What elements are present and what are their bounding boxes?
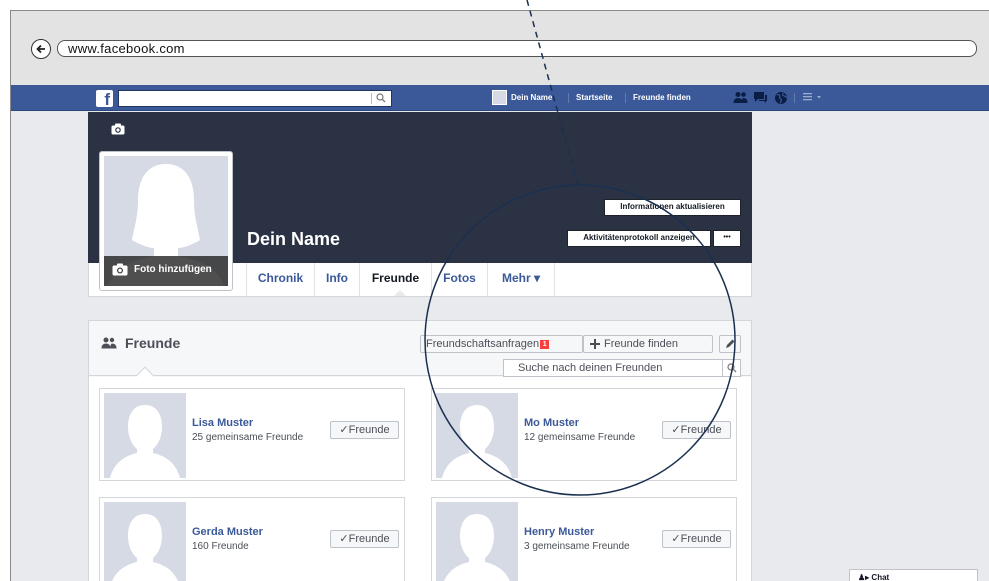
add-photo-label: Foto hinzufügen: [134, 264, 212, 275]
url-field[interactable]: www.facebook.com: [57, 40, 977, 57]
friend-card: Mo Muster 12 gemeinsame Freunde ✓Freunde: [431, 388, 737, 481]
tab-info[interactable]: Info: [315, 263, 360, 296]
messages-icon[interactable]: [753, 91, 768, 104]
friend-requests-button[interactable]: Freundschaftsanfragen 1: [420, 335, 583, 353]
friends-section: Freunde Freundschaftsanfragen 1 Freunde f…: [88, 320, 752, 581]
camera-icon[interactable]: [111, 123, 125, 135]
pencil-icon: [726, 339, 735, 348]
chat-tab[interactable]: ♟▸ Chat: [849, 569, 978, 581]
nav-link-home[interactable]: Startseite: [576, 90, 612, 106]
friend-subtitle: 25 gemeinsame Freunde: [192, 432, 304, 443]
friend-status-button[interactable]: ✓Freunde: [662, 421, 731, 439]
nav-divider: [568, 93, 569, 103]
search-divider: [722, 360, 723, 376]
friend-status-label: Freunde: [348, 424, 390, 436]
friend-avatar[interactable]: [104, 502, 186, 581]
person-silhouette-icon: [110, 405, 180, 478]
find-friends-label: Freunde finden: [604, 338, 678, 350]
friend-avatar[interactable]: [436, 502, 518, 581]
search-icon[interactable]: [376, 93, 386, 103]
friend-card: Lisa Muster 25 gemeinsame Freunde ✓Freun…: [99, 388, 405, 481]
checkmark-icon: ✓: [339, 424, 349, 436]
friend-requests-badge: 1: [540, 340, 550, 349]
friends-icon: [101, 337, 117, 349]
settings-menu-icon[interactable]: [802, 91, 824, 103]
checkmark-icon: ✓: [671, 533, 681, 545]
friend-status-button[interactable]: ✓Freunde: [330, 421, 399, 439]
friend-status-label: Freunde: [680, 533, 722, 545]
person-silhouette-icon: [112, 514, 178, 581]
more-options-button[interactable]: •••: [713, 230, 741, 247]
facebook-top-bar: f Dein Name Startseite Freunde finden: [11, 85, 989, 111]
friend-card: Henry Muster 3 gemeinsame Freunde ✓Freun…: [431, 497, 737, 581]
update-info-button[interactable]: Informationen aktualisieren: [604, 199, 741, 216]
chat-label: Chat: [871, 573, 890, 581]
facebook-logo[interactable]: f: [96, 90, 113, 107]
friends-search-input[interactable]: Suche nach deinen Freunden: [503, 359, 741, 377]
tab-timeline[interactable]: Chronik: [246, 263, 315, 296]
profile-name[interactable]: Dein Name: [247, 229, 340, 250]
friend-subtitle: 160 Freunde: [192, 541, 249, 552]
friend-name[interactable]: Henry Muster: [524, 526, 594, 538]
search-divider: [371, 93, 372, 104]
add-photo-button[interactable]: Foto hinzufügen: [104, 256, 228, 286]
friends-section-header: Freunde Freundschaftsanfragen 1 Freunde f…: [89, 321, 751, 377]
edit-button[interactable]: [719, 335, 741, 353]
person-silhouette-icon: [444, 514, 510, 581]
friends-grid: Lisa Muster 25 gemeinsame Freunde ✓Freun…: [89, 377, 751, 581]
chat-person-icon: ♟▸: [858, 573, 870, 581]
friend-status-button[interactable]: ✓Freunde: [662, 530, 731, 548]
browser-address-bar: www.facebook.com: [11, 11, 989, 85]
nav-link-find-friends[interactable]: Freunde finden: [633, 90, 691, 106]
friend-requests-icon[interactable]: [733, 91, 748, 104]
activity-log-button[interactable]: Aktivitätenprotokoll anzeigen: [567, 230, 711, 247]
friend-avatar[interactable]: [104, 393, 186, 478]
user-avatar: [492, 90, 507, 105]
nav-user-profile-link[interactable]: Dein Name: [492, 90, 552, 106]
friends-section-title: Freunde: [125, 335, 181, 351]
friend-card: Gerda Muster 160 Freunde ✓Freunde: [99, 497, 405, 581]
friends-search-placeholder: Suche nach deinen Freunden: [518, 362, 663, 374]
friend-subtitle: 12 gemeinsame Freunde: [524, 432, 636, 443]
browser-window: www.facebook.com f Dein Name Startseite …: [10, 10, 989, 581]
back-arrow-icon: [36, 44, 45, 54]
tab-more[interactable]: Mehr ▾: [488, 263, 555, 296]
profile-picture-placeholder: Foto hinzufügen: [104, 156, 228, 286]
back-button[interactable]: [31, 39, 51, 59]
tab-photos[interactable]: Fotos: [432, 263, 488, 296]
profile-picture[interactable]: Foto hinzufügen: [99, 151, 233, 291]
friend-name[interactable]: Gerda Muster: [192, 526, 263, 538]
nav-user-name: Dein Name: [511, 93, 553, 102]
friend-avatar[interactable]: [436, 393, 518, 478]
friend-status-button[interactable]: ✓Freunde: [330, 530, 399, 548]
search-icon[interactable]: [727, 363, 737, 373]
friend-status-label: Freunde: [348, 533, 390, 545]
friend-status-label: Freunde: [680, 424, 722, 436]
checkmark-icon: ✓: [671, 424, 681, 436]
camera-icon: [112, 263, 128, 276]
friend-requests-label: Freundschaftsanfragen: [426, 338, 540, 350]
friend-name[interactable]: Mo Muster: [524, 417, 579, 429]
nav-divider: [625, 93, 626, 103]
friend-name[interactable]: Lisa Muster: [192, 417, 253, 429]
checkmark-icon: ✓: [339, 533, 349, 545]
facebook-search-input[interactable]: [118, 90, 392, 107]
find-friends-button[interactable]: Freunde finden: [583, 335, 713, 353]
plus-icon: [590, 339, 600, 349]
person-silhouette-icon: [442, 405, 512, 478]
active-tab-indicator: [394, 290, 406, 296]
friend-subtitle: 3 gemeinsame Freunde: [524, 541, 630, 552]
nav-divider: [794, 93, 795, 103]
notifications-globe-icon[interactable]: [774, 91, 788, 105]
